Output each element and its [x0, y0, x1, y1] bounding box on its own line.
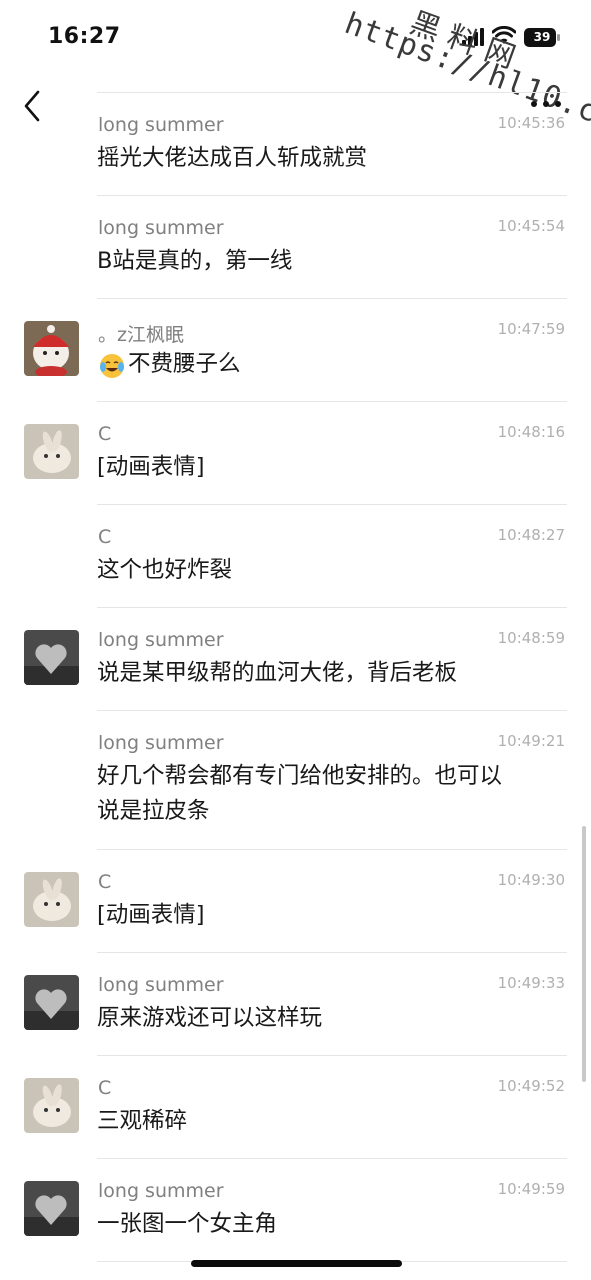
home-indicator[interactable] — [191, 1260, 402, 1267]
message-divider — [97, 849, 567, 850]
message-time: 10:49:33 — [497, 974, 565, 992]
message-text: B站是真的，第一线 — [97, 248, 293, 274]
message-divider — [97, 710, 567, 711]
battery-level-text: 39 — [533, 30, 551, 44]
message-sender: C — [98, 871, 112, 893]
doll-avatar[interactable] — [24, 321, 79, 376]
message-text: 这个也好炸裂 — [97, 557, 233, 583]
message-text: [动画表情] — [97, 902, 205, 928]
message-time: 10:48:59 — [497, 629, 565, 647]
crying-laughing-emoji-icon — [100, 354, 124, 378]
message-text: 好几个帮会都有专门给他安排的。也可以 说是拉皮条 — [97, 763, 503, 824]
status-time: 16:27 — [48, 24, 121, 49]
rabbit-avatar[interactable] — [24, 1078, 79, 1133]
rabbit-avatar[interactable] — [24, 424, 79, 479]
message-divider — [97, 92, 567, 93]
message-text: 一张图一个女主角 — [97, 1211, 278, 1237]
heart-avatar[interactable] — [24, 975, 79, 1030]
message-sender: 。z江枫眠 — [98, 324, 184, 346]
message-time: 10:45:36 — [497, 114, 565, 132]
message-time: 10:49:52 — [497, 1077, 565, 1095]
scrollbar[interactable] — [582, 826, 586, 1082]
message-sender: long summer — [98, 732, 224, 754]
message-time: 10:49:21 — [497, 732, 565, 750]
message-text: 不费腰子么 — [128, 351, 241, 377]
message-sender: C — [98, 526, 112, 548]
message-divider — [97, 607, 567, 608]
message-divider — [97, 195, 567, 196]
chat-history-list[interactable]: long summer 10:45:36 摇光大佬达成百人斩成就赏 long s… — [0, 92, 591, 1280]
message-sender: long summer — [98, 974, 224, 996]
heart-avatar[interactable] — [24, 1181, 79, 1236]
message-sender: C — [98, 1077, 112, 1099]
message-time: 10:49:30 — [497, 871, 565, 889]
message-sender: long summer — [98, 217, 224, 239]
message-text: 三观稀碎 — [97, 1108, 188, 1134]
heart-avatar[interactable] — [24, 630, 79, 685]
message-sender: long summer — [98, 114, 224, 136]
message-sender: long summer — [98, 1180, 224, 1202]
message-divider — [97, 1158, 567, 1159]
message-divider — [97, 952, 567, 953]
message-sender: long summer — [98, 629, 224, 651]
message-text: 说是某甲级帮的血河大佬，背后老板 — [97, 660, 458, 686]
rabbit-avatar[interactable] — [24, 872, 79, 927]
message-divider — [97, 504, 567, 505]
message-text: [动画表情] — [97, 454, 205, 480]
message-divider — [97, 298, 567, 299]
message-sender: C — [98, 423, 112, 445]
message-time: 10:48:27 — [497, 526, 565, 544]
message-text: 原来游戏还可以这样玩 — [97, 1005, 323, 1031]
message-time: 10:48:16 — [497, 423, 565, 441]
message-time: 10:45:54 — [497, 217, 565, 235]
message-time: 10:47:59 — [497, 320, 565, 338]
message-divider — [97, 1055, 567, 1056]
message-text: 摇光大佬达成百人斩成就赏 — [97, 145, 368, 171]
message-time: 10:49:59 — [497, 1180, 565, 1198]
message-divider — [97, 401, 567, 402]
